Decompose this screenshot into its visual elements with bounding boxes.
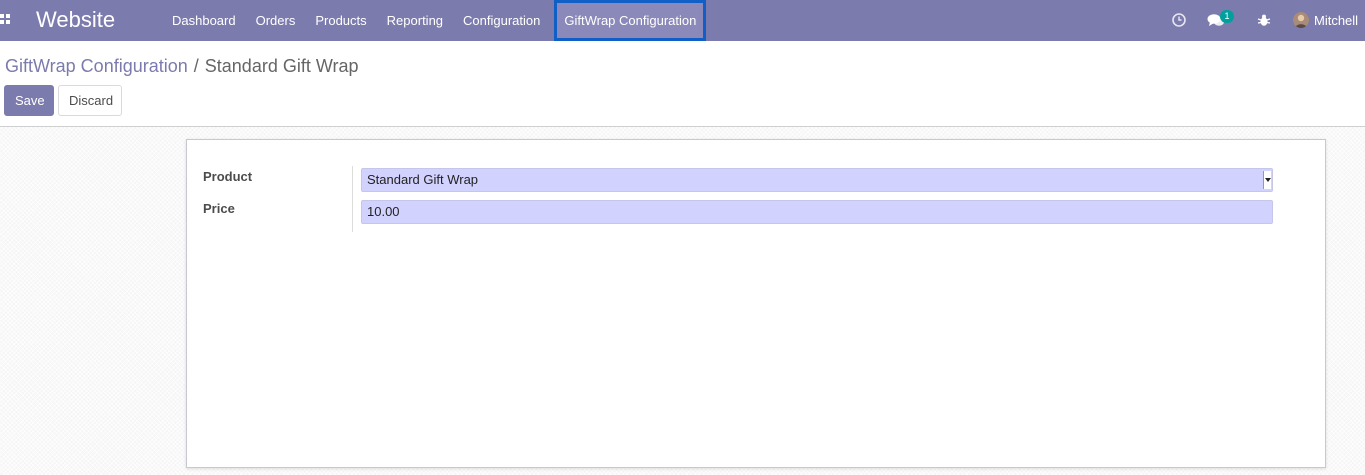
product-label: Product: [203, 169, 253, 184]
notification-badge: 1: [1220, 10, 1234, 23]
avatar[interactable]: [1293, 12, 1309, 28]
main-menu: Dashboard Orders Products Reporting Conf…: [162, 0, 707, 41]
menu-item-dashboard[interactable]: Dashboard: [162, 0, 246, 41]
price-input[interactable]: 10.00: [361, 200, 1273, 224]
apps-grid-icon[interactable]: [0, 14, 12, 26]
product-select-value: Standard Gift Wrap: [367, 172, 479, 187]
menu-item-reporting[interactable]: Reporting: [377, 0, 453, 41]
menu-item-orders[interactable]: Orders: [246, 0, 306, 41]
form-view: Product Price Standard Gift Wrap 10.00: [0, 127, 1365, 475]
form-sheet: Product Price Standard Gift Wrap 10.00: [186, 139, 1326, 468]
product-select[interactable]: Standard Gift Wrap: [361, 168, 1273, 192]
clock-icon[interactable]: [1172, 13, 1186, 27]
menu-item-products[interactable]: Products: [305, 0, 376, 41]
top-navbar: Website Dashboard Orders Products Report…: [0, 0, 1365, 41]
breadcrumb-separator: /: [193, 56, 199, 76]
breadcrumb-parent[interactable]: GiftWrap Configuration: [5, 56, 188, 76]
app-title: Website: [36, 7, 116, 32]
label-divider: [352, 166, 353, 232]
user-name[interactable]: Mitchell: [1314, 0, 1358, 41]
control-panel: GiftWrap Configuration / Standard Gift Wra…: [0, 41, 1365, 127]
menu-item-giftwrap-configuration[interactable]: GiftWrap Configuration: [554, 0, 707, 41]
menu-item-configuration[interactable]: Configuration: [453, 0, 550, 41]
price-label: Price: [203, 201, 235, 216]
discard-button[interactable]: Discard: [58, 85, 122, 116]
bug-icon[interactable]: [1257, 13, 1271, 27]
price-input-value: 10.00: [367, 204, 400, 219]
breadcrumb: GiftWrap Configuration / Standard Gift Wra…: [5, 56, 359, 77]
breadcrumb-current: Standard Gift Wrap: [204, 56, 359, 76]
save-button[interactable]: Save: [4, 85, 54, 116]
chevron-down-icon[interactable]: [1263, 171, 1271, 189]
